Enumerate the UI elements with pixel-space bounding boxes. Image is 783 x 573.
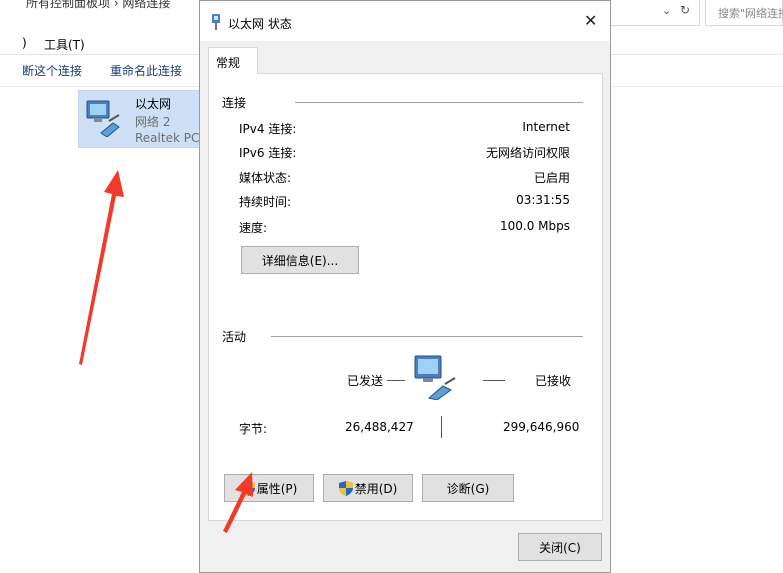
general-panel: 连接 IPv4 连接: Internet IPv6 连接: 无网络访问权限 媒体…: [208, 73, 603, 521]
dash-divider: [387, 380, 405, 381]
group-divider: [295, 102, 583, 103]
details-button[interactable]: 详细信息(E)...: [241, 246, 359, 274]
disconnect-button[interactable]: 断这个连接: [22, 62, 82, 79]
diagnose-button-label: 诊断(G): [446, 481, 490, 496]
ipv4-label: IPv4 连接:: [239, 122, 297, 136]
network-adapter-icon: [86, 100, 120, 137]
media-state-value: 已启用: [533, 171, 570, 185]
connection-group-label: 连接: [222, 94, 247, 111]
connection-network: 网络 2: [135, 115, 171, 129]
refresh-icon[interactable]: ↻: [680, 3, 690, 17]
dialog-title: 以太网 状态: [228, 17, 292, 31]
speed-label: 速度:: [239, 221, 268, 235]
group-divider: [271, 336, 583, 337]
connection-device: Realtek PCI: [135, 131, 200, 145]
activity-group-label: 活动: [222, 328, 247, 345]
ipv6-value: 无网络访问权限: [485, 146, 570, 160]
uac-shield-icon: [338, 480, 353, 496]
close-button-label: 关闭(C): [539, 540, 581, 555]
disable-button-label: 禁用(D): [354, 481, 398, 496]
bytes-sent-value: 26,488,427: [345, 420, 414, 434]
menu-item-tools[interactable]: 工具(T): [44, 36, 85, 53]
properties-button[interactable]: 属性(P): [224, 474, 314, 502]
bytes-label: 字节:: [239, 422, 268, 436]
menu-item-partial[interactable]: ): [22, 36, 27, 50]
disable-button[interactable]: 禁用(D): [323, 474, 413, 502]
duration-label: 持续时间:: [239, 195, 292, 209]
close-button[interactable]: 关闭(C): [518, 533, 602, 561]
breadcrumb[interactable]: 所有控制面板项 › 网络连接: [26, 0, 170, 11]
bytes-divider: [441, 416, 442, 438]
search-input[interactable]: 搜索"网络连接": [705, 0, 783, 26]
dash-divider: [483, 380, 505, 381]
tab-general[interactable]: 常规: [208, 47, 258, 74]
ethernet-status-dialog: 以太网 状态 ✕ 常规 连接 IPv4 连接: Internet IPv6 连接…: [199, 0, 611, 573]
network-activity-icon: [414, 355, 456, 400]
network-plug-icon: [212, 14, 220, 30]
speed-value: 100.0 Mbps: [499, 219, 570, 233]
connection-name: 以太网: [135, 97, 172, 111]
chevron-down-icon[interactable]: ⌄: [662, 4, 671, 17]
tab-label: 常规: [216, 56, 241, 70]
close-icon[interactable]: ✕: [584, 11, 597, 30]
network-connection-item[interactable]: 以太网 网络 2 Realtek PCI: [78, 90, 200, 148]
duration-value: 03:31:55: [516, 193, 570, 207]
uac-shield-icon: [240, 480, 255, 496]
search-placeholder: 搜索"网络连接": [718, 7, 783, 20]
details-button-label: 详细信息(E)...: [261, 253, 339, 268]
bytes-received-value: 299,646,960: [503, 420, 580, 434]
diagnose-button[interactable]: 诊断(G): [422, 474, 514, 502]
media-state-label: 媒体状态:: [239, 171, 292, 185]
ipv6-label: IPv6 连接:: [239, 146, 297, 160]
rename-connection-button[interactable]: 重命名此连接: [110, 62, 182, 79]
title-bar[interactable]: 以太网 状态 ✕: [200, 1, 610, 41]
ipv4-value: Internet: [522, 120, 570, 134]
properties-button-label: 属性(P): [256, 481, 298, 496]
received-label: 已接收: [535, 374, 572, 388]
sent-label: 已发送: [347, 374, 384, 388]
annotation-arrow-icon: [79, 170, 124, 365]
